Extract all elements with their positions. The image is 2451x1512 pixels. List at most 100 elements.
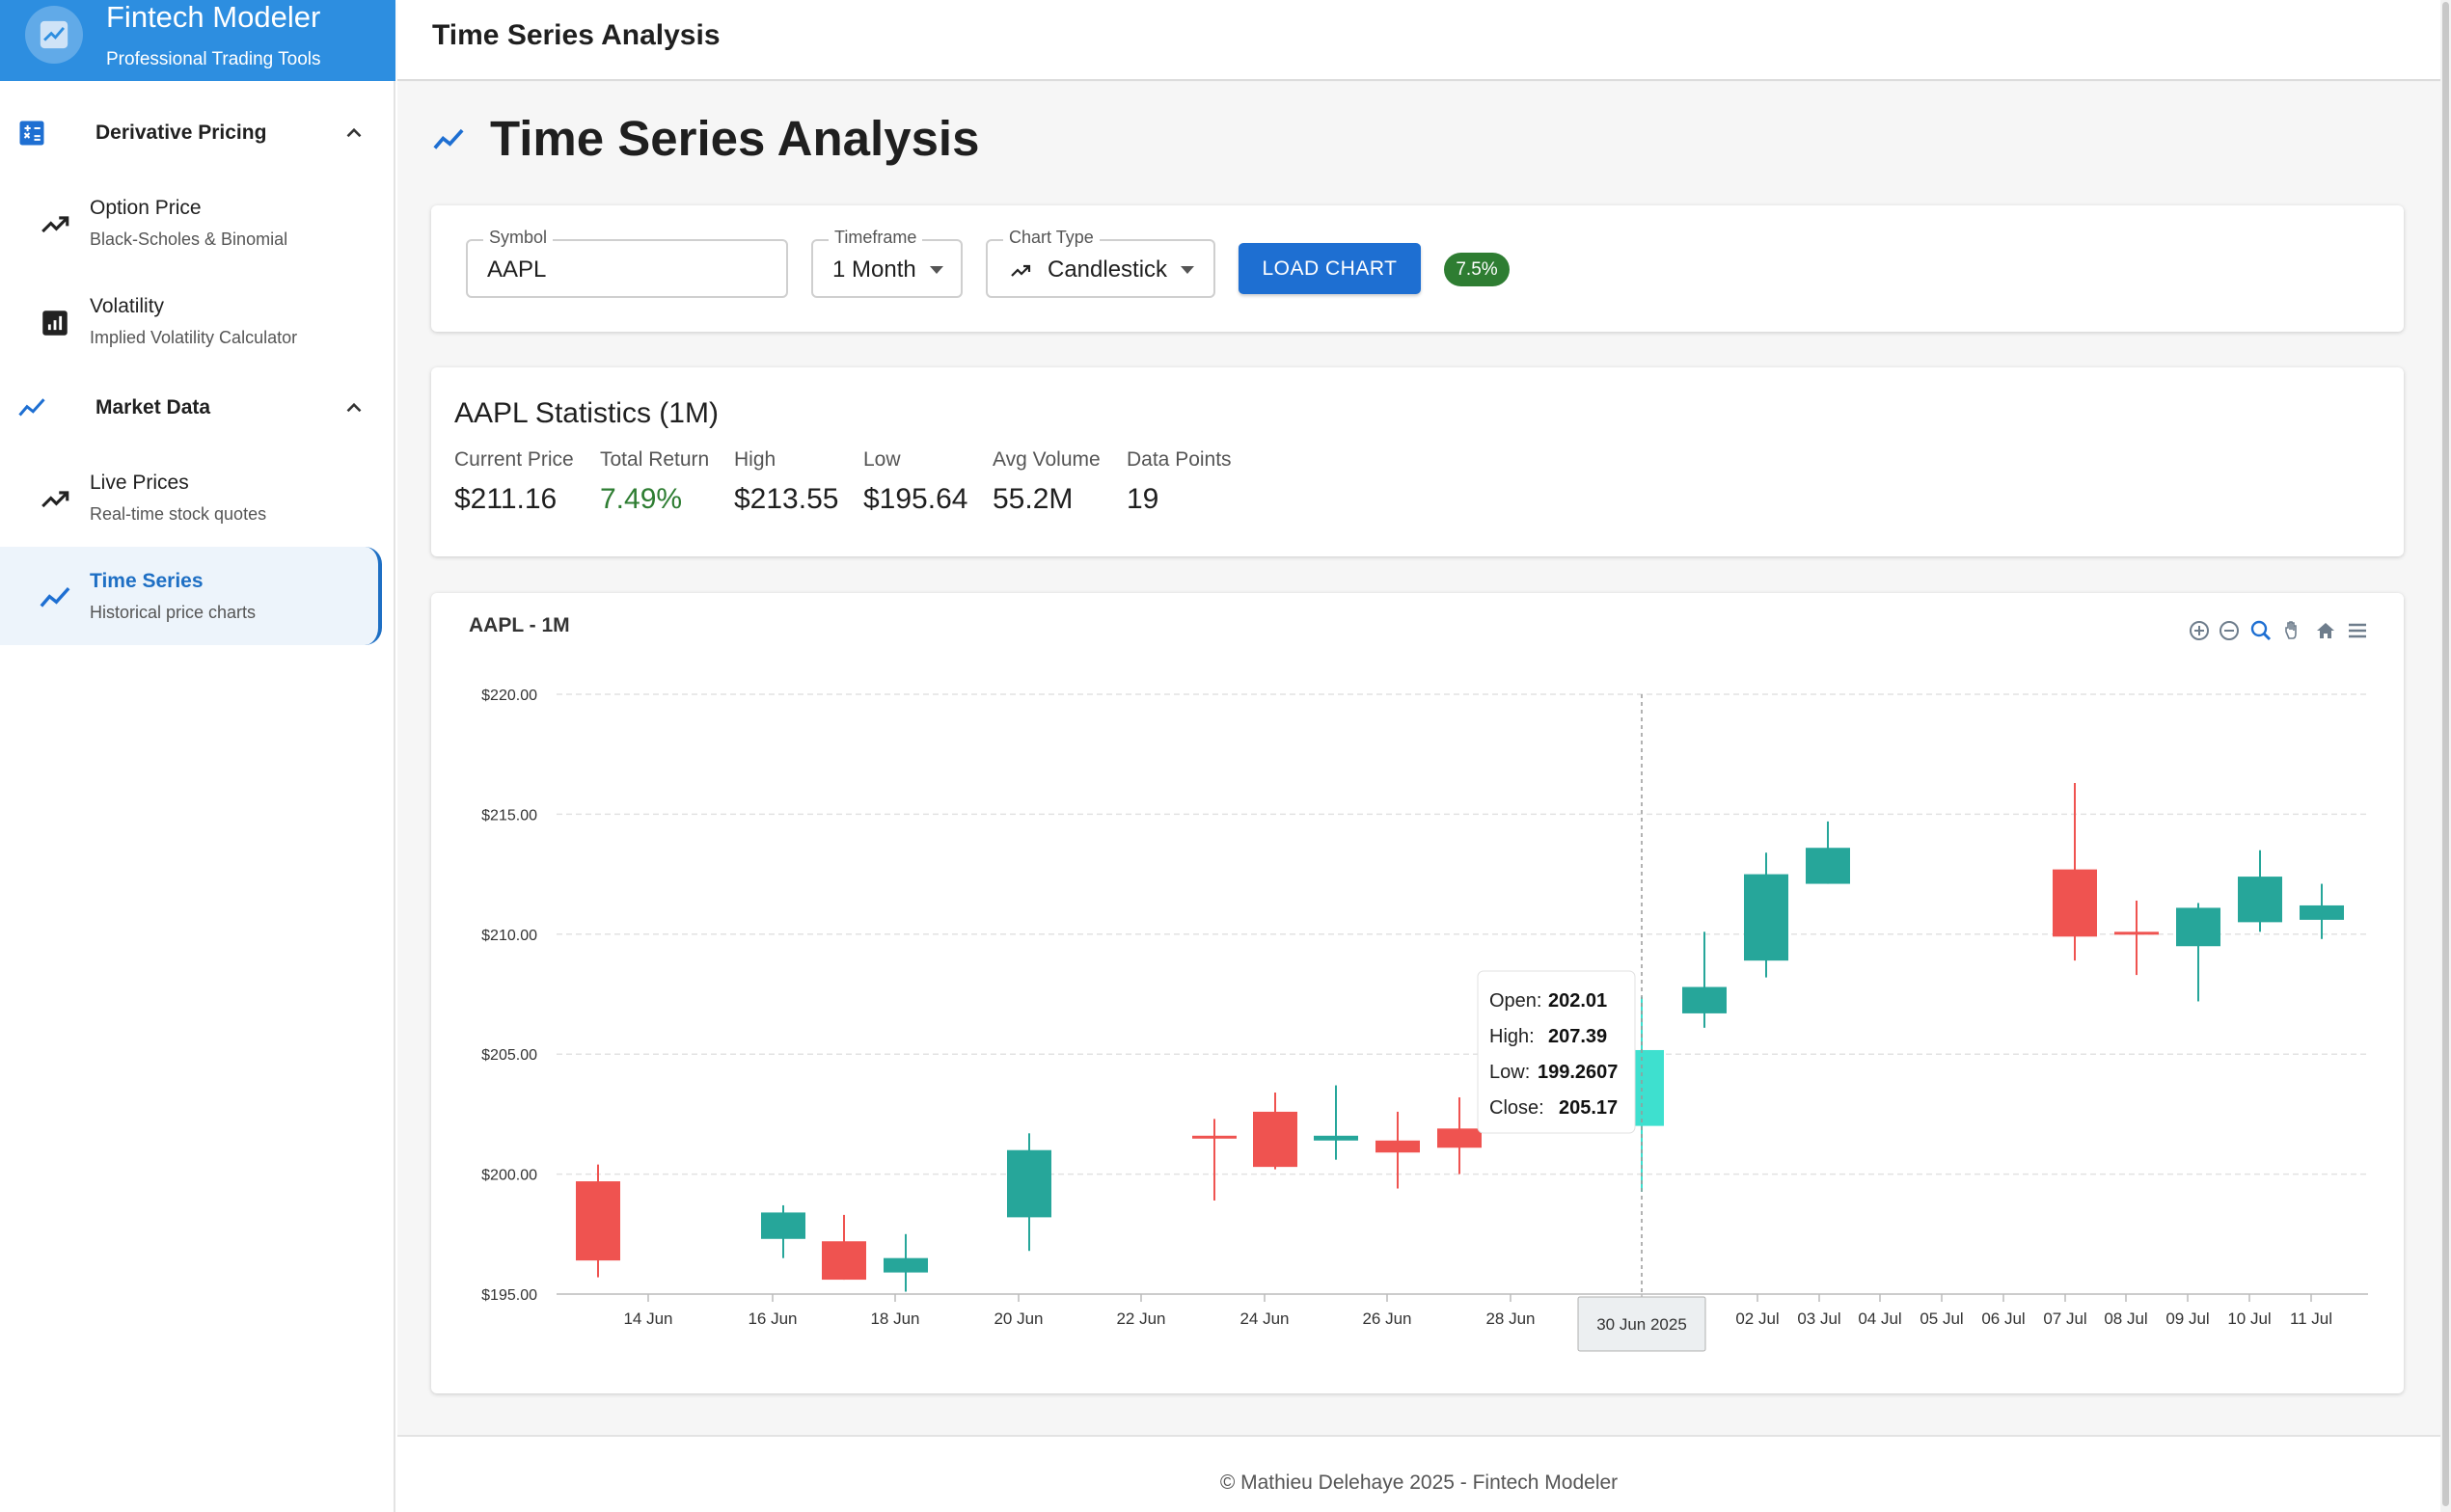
sidebar-item-title: Option Price (90, 197, 202, 219)
section-market-data[interactable]: Market Data (0, 374, 395, 442)
sidebar-item-volatility[interactable]: Volatility Implied Volatility Calculator (0, 272, 382, 370)
x-tick-label: 26 Jun (1362, 1310, 1411, 1328)
footer-copyright: © Mathieu Delehaye 2025 - Fintech Modele… (1219, 1472, 1619, 1494)
stat-total-return: Total Return 7.49% (600, 448, 710, 515)
x-tick-label: 11 Jul (2290, 1310, 2332, 1328)
menu-icon[interactable] (2349, 623, 2366, 638)
zoom-select-icon[interactable] (2250, 620, 2272, 641)
sidebar-item-live-prices[interactable]: Live Prices Real-time stock quotes (0, 448, 382, 547)
statistics-title: AAPL Statistics (1M) (454, 397, 719, 429)
field-label: Symbol (483, 228, 554, 248)
candle-body (1253, 1111, 1297, 1168)
load-chart-button[interactable]: LOAD CHART (1239, 243, 1421, 294)
sidebar: Fintech Modeler Professional Trading Too… (0, 0, 395, 1512)
tooltip-label: Low: (1489, 1062, 1530, 1083)
stat-label: Data Points (1127, 448, 1232, 471)
scrollbar-thumb[interactable] (2442, 2, 2449, 1506)
candle-body (1192, 1135, 1237, 1139)
timeframe-select[interactable]: Timeframe 1 Month (811, 228, 963, 298)
stat-label: High (734, 448, 776, 471)
reset-home-icon[interactable] (2317, 623, 2334, 638)
symbol-field[interactable]: Symbol AAPL (466, 228, 788, 298)
candle-body (1375, 1140, 1420, 1153)
x-tick-label: 10 Jul (2227, 1310, 2271, 1328)
y-tick-label: $215.00 (481, 807, 537, 824)
candle-body (2176, 907, 2220, 947)
candle-body (2300, 904, 2344, 920)
chevron-up-icon[interactable] (341, 395, 367, 420)
x-tick-label: 04 Jul (1858, 1310, 1901, 1328)
x-tick-label: 28 Jun (1485, 1310, 1535, 1328)
stat-label: Low (863, 448, 901, 471)
stat-value: $211.16 (454, 483, 558, 515)
bar-chart-icon (42, 310, 68, 336)
statistics-card (431, 367, 2404, 556)
trending-up-icon (41, 491, 69, 508)
stat-low: Low $195.64 (863, 448, 967, 515)
section-derivative-pricing[interactable]: Derivative Pricing (0, 99, 395, 167)
return-chip: 7.5% (1444, 253, 1510, 286)
sidebar-item-subtitle: Implied Volatility Calculator (90, 328, 298, 347)
sidebar-item-title: Volatility (90, 295, 165, 317)
stat-value: $195.64 (863, 483, 968, 515)
page-title: Time Series Analysis (490, 111, 980, 166)
timeframe-value: 1 Month (832, 256, 916, 283)
stat-label: Total Return (600, 448, 710, 471)
candle-body (1314, 1135, 1358, 1141)
candle-body (1007, 1149, 1051, 1218)
x-tick-label: 06 Jul (1981, 1310, 2025, 1328)
symbol-input[interactable]: AAPL (487, 256, 546, 284)
candle-body (1806, 848, 1850, 884)
stat-avg-volume: Avg Volume 55.2M (993, 448, 1101, 515)
candle-body (822, 1241, 866, 1281)
chart-type-select[interactable]: Chart Type Candlestick (986, 228, 1215, 298)
candle-body (1682, 986, 1727, 1013)
field-label: Timeframe (829, 228, 923, 248)
x-tick-label: 09 Jul (2165, 1310, 2209, 1328)
candle-body (1744, 874, 1788, 961)
sidebar-item-title: Time Series (90, 570, 204, 592)
page-scrollbar[interactable] (2440, 0, 2451, 1512)
x-tick-label: 07 Jul (2043, 1310, 2086, 1328)
candle-body (1437, 1128, 1482, 1148)
sidebar-item-subtitle: Real-time stock quotes (90, 504, 267, 524)
y-tick-label: $210.00 (481, 928, 537, 944)
candle-body (576, 1181, 620, 1261)
crosshair-x-label: 30 Jun 2025 (1596, 1315, 1687, 1334)
x-tick-label: 14 Jun (623, 1310, 672, 1328)
trending-up-icon (1011, 264, 1031, 277)
stat-current-price: Current Price $211.16 (454, 448, 574, 515)
sidebar-item-title: Live Prices (90, 472, 189, 494)
tooltip-value: 199.2607 (1538, 1062, 1618, 1083)
footer: © Mathieu Delehaye 2025 - Fintech Modele… (397, 1435, 2440, 1512)
app-title: Fintech Modeler (106, 0, 321, 34)
stat-value: 55.2M (993, 483, 1074, 515)
chart-title: AAPL - 1M (469, 614, 570, 636)
sidebar-item-subtitle: Historical price charts (90, 603, 257, 622)
candlestick-chart[interactable]: AAPL - 1M $195.00 $200.00 $205.00 $210.00 $21… (431, 593, 2404, 1393)
section-label: Derivative Pricing (95, 122, 267, 144)
section-label: Market Data (95, 396, 211, 418)
tooltip-value: 202.01 (1548, 990, 1607, 1012)
stat-data-points: Data Points 19 (1127, 448, 1232, 515)
x-tick-label: 22 Jun (1116, 1310, 1165, 1328)
zoom-out-icon[interactable] (2220, 621, 2239, 640)
show-chart-icon (40, 586, 70, 608)
stat-label: Current Price (454, 448, 574, 471)
zoom-in-icon[interactable] (2190, 621, 2209, 640)
y-tick-label: $205.00 (481, 1047, 537, 1064)
sidebar-item-option-price[interactable]: Option Price Black-Scholes & Binomial (0, 174, 382, 272)
sidebar-item-time-series[interactable]: Time Series Historical price charts (0, 547, 382, 645)
candle-body (2238, 877, 2282, 923)
app-logo-icon (25, 6, 83, 64)
tooltip-label: Open: (1489, 990, 1541, 1012)
tooltip-label: Close: (1489, 1097, 1544, 1119)
stat-high: High $213.55 (734, 448, 838, 515)
pan-hand-icon[interactable] (2285, 621, 2297, 639)
show-chart-icon (433, 128, 464, 149)
dropdown-arrow-icon (1181, 266, 1194, 274)
x-tick-label: 03 Jul (1797, 1310, 1840, 1328)
top-app-bar: Time Series Analysis (397, 0, 2451, 81)
chevron-up-icon[interactable] (341, 121, 367, 146)
app-subtitle: Professional Trading Tools (106, 49, 321, 69)
